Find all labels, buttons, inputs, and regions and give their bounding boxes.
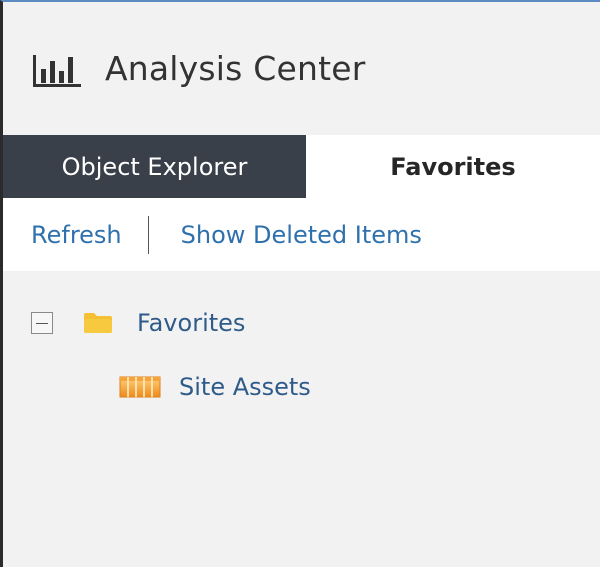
tree-node-label[interactable]: Site Assets <box>179 373 311 401</box>
page-title: Analysis Center <box>105 49 366 88</box>
tab-object-explorer[interactable]: Object Explorer <box>3 135 306 198</box>
refresh-link[interactable]: Refresh <box>31 221 122 249</box>
collapse-icon[interactable] <box>31 312 53 334</box>
toolbar-divider <box>147 215 149 254</box>
tab-favorites[interactable]: Favorites <box>306 135 600 198</box>
tab-bar: Object Explorer Favorites <box>3 135 600 198</box>
tree-node-site-assets[interactable]: Site Assets <box>119 371 311 403</box>
tree-node-label[interactable]: Favorites <box>137 309 245 337</box>
toolbar: Refresh Show Deleted Items <box>3 198 600 271</box>
folder-icon <box>83 312 113 334</box>
favorites-tree: Favorites Site Assets <box>3 271 600 567</box>
panel-header: Analysis Center <box>3 2 600 135</box>
analysis-center-panel: Analysis Center Object Explorer Favorite… <box>0 0 600 567</box>
tree-node-favorites[interactable]: Favorites <box>31 307 245 339</box>
bar-chart-icon <box>31 51 83 91</box>
grid-icon <box>119 376 161 398</box>
show-deleted-items-link[interactable]: Show Deleted Items <box>181 221 422 249</box>
